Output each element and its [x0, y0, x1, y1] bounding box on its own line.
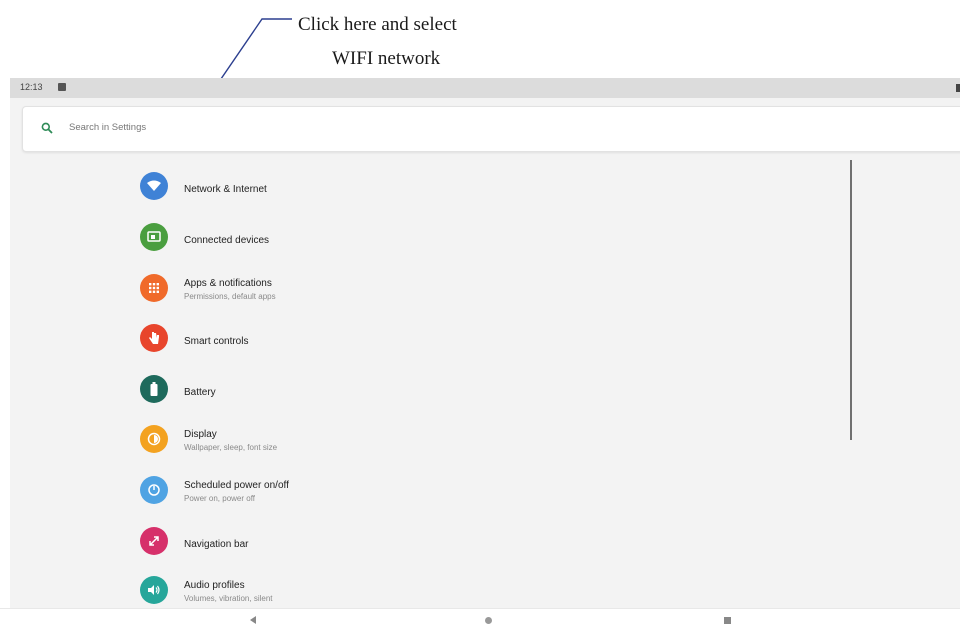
settings-item-title: Display: [184, 429, 217, 440]
settings-item-title: Audio profiles: [184, 580, 245, 591]
settings-item-title: Scheduled power on/off: [184, 480, 289, 491]
brightness-icon: [140, 425, 168, 453]
power-icon: [140, 476, 168, 504]
settings-item-title: Apps & notifications: [184, 278, 272, 289]
settings-item-subtitle: Volumes, vibration, silent: [184, 594, 273, 603]
settings-list: Network & Internet Connected devices App…: [10, 160, 850, 608]
settings-item-display[interactable]: Display Wallpaper, sleep, font size: [134, 419, 834, 459]
settings-item-connected-devices[interactable]: Connected devices: [134, 217, 834, 257]
search-bar[interactable]: Search in Settings: [22, 106, 960, 152]
home-icon[interactable]: [485, 617, 492, 624]
callout-line-2: WIFI network: [332, 48, 441, 69]
settings-item-subtitle: Permissions, default apps: [184, 292, 276, 301]
settings-item-smart-controls[interactable]: Smart controls: [134, 318, 834, 358]
hand-icon: [140, 324, 168, 352]
notification-icon: [58, 83, 66, 91]
callout-line-1: Click here and select: [298, 14, 457, 35]
search-icon: [41, 122, 53, 134]
settings-item-title: Navigation bar: [184, 539, 249, 550]
devices-icon: [140, 223, 168, 251]
recents-icon[interactable]: [724, 617, 731, 624]
search-placeholder: Search in Settings: [69, 122, 147, 133]
settings-item-subtitle: Power on, power off: [184, 494, 256, 503]
settings-item-subtitle: Wallpaper, sleep, font size: [184, 443, 278, 452]
status-bar: 12:13: [10, 78, 960, 98]
settings-item-audio-profiles[interactable]: Audio profiles Volumes, vibration, silen…: [134, 570, 834, 608]
settings-item-scheduled-power[interactable]: Scheduled power on/off Power on, power o…: [134, 470, 834, 510]
settings-item-apps[interactable]: Apps & notifications Permissions, defaul…: [134, 268, 834, 308]
apps-grid-icon: [140, 274, 168, 302]
settings-screen: 12:13 Search in Settings Network & Inter…: [10, 78, 960, 608]
system-navigation-bar: [0, 608, 960, 631]
settings-item-title: Connected devices: [184, 235, 270, 246]
battery-icon: [140, 375, 168, 403]
settings-item-title: Smart controls: [184, 336, 249, 347]
settings-item-title: Network & Internet: [184, 184, 267, 195]
settings-item-battery[interactable]: Battery: [134, 369, 834, 409]
speaker-icon: [140, 576, 168, 604]
status-time: 12:13: [20, 82, 43, 92]
scrollbar[interactable]: [850, 160, 852, 440]
back-icon[interactable]: [250, 616, 256, 624]
settings-item-network[interactable]: Network & Internet: [134, 166, 834, 206]
settings-item-navigation-bar[interactable]: Navigation bar: [134, 521, 834, 561]
settings-item-title: Battery: [184, 387, 216, 398]
wifi-icon: [140, 172, 168, 200]
navigation-icon: [140, 527, 168, 555]
battery-status-icon: [956, 84, 960, 92]
